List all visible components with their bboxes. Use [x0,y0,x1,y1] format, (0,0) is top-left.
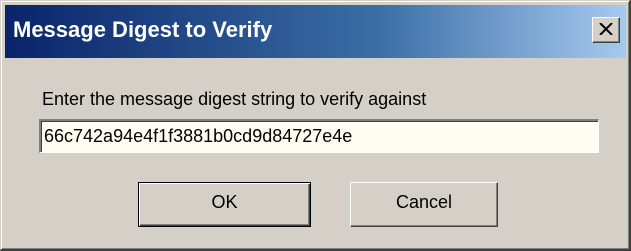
close-button[interactable] [592,17,620,43]
close-icon [599,23,613,35]
prompt-label: Enter the message digest string to verif… [42,89,427,109]
cancel-button[interactable]: Cancel [350,182,498,227]
digest-input[interactable]: 66c742a94e4f1f3881b0cd9d84727e4e [39,119,599,153]
ok-button[interactable]: OK [138,182,311,227]
dialog-window: Message Digest to Verify Enter the messa… [0,0,631,251]
window-title: Message Digest to Verify [13,17,273,42]
title-bar[interactable]: Message Digest to Verify [5,5,626,58]
